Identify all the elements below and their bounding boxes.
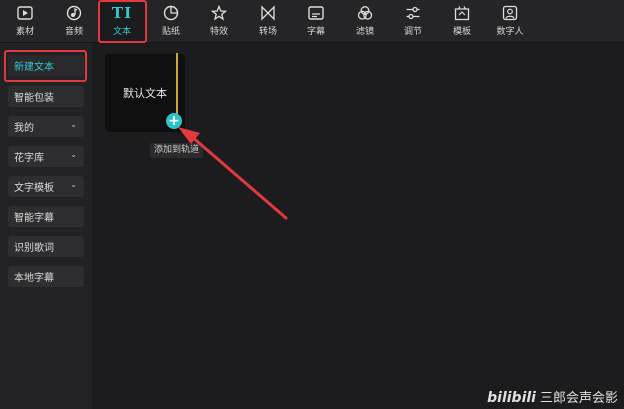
annotation-arrow (178, 127, 288, 220)
bilibili-logo: bilibili (487, 390, 536, 406)
watermark-text: 三郎会声会影 (539, 391, 618, 406)
watermark: bilibili 三郎会声会影 (487, 387, 618, 406)
